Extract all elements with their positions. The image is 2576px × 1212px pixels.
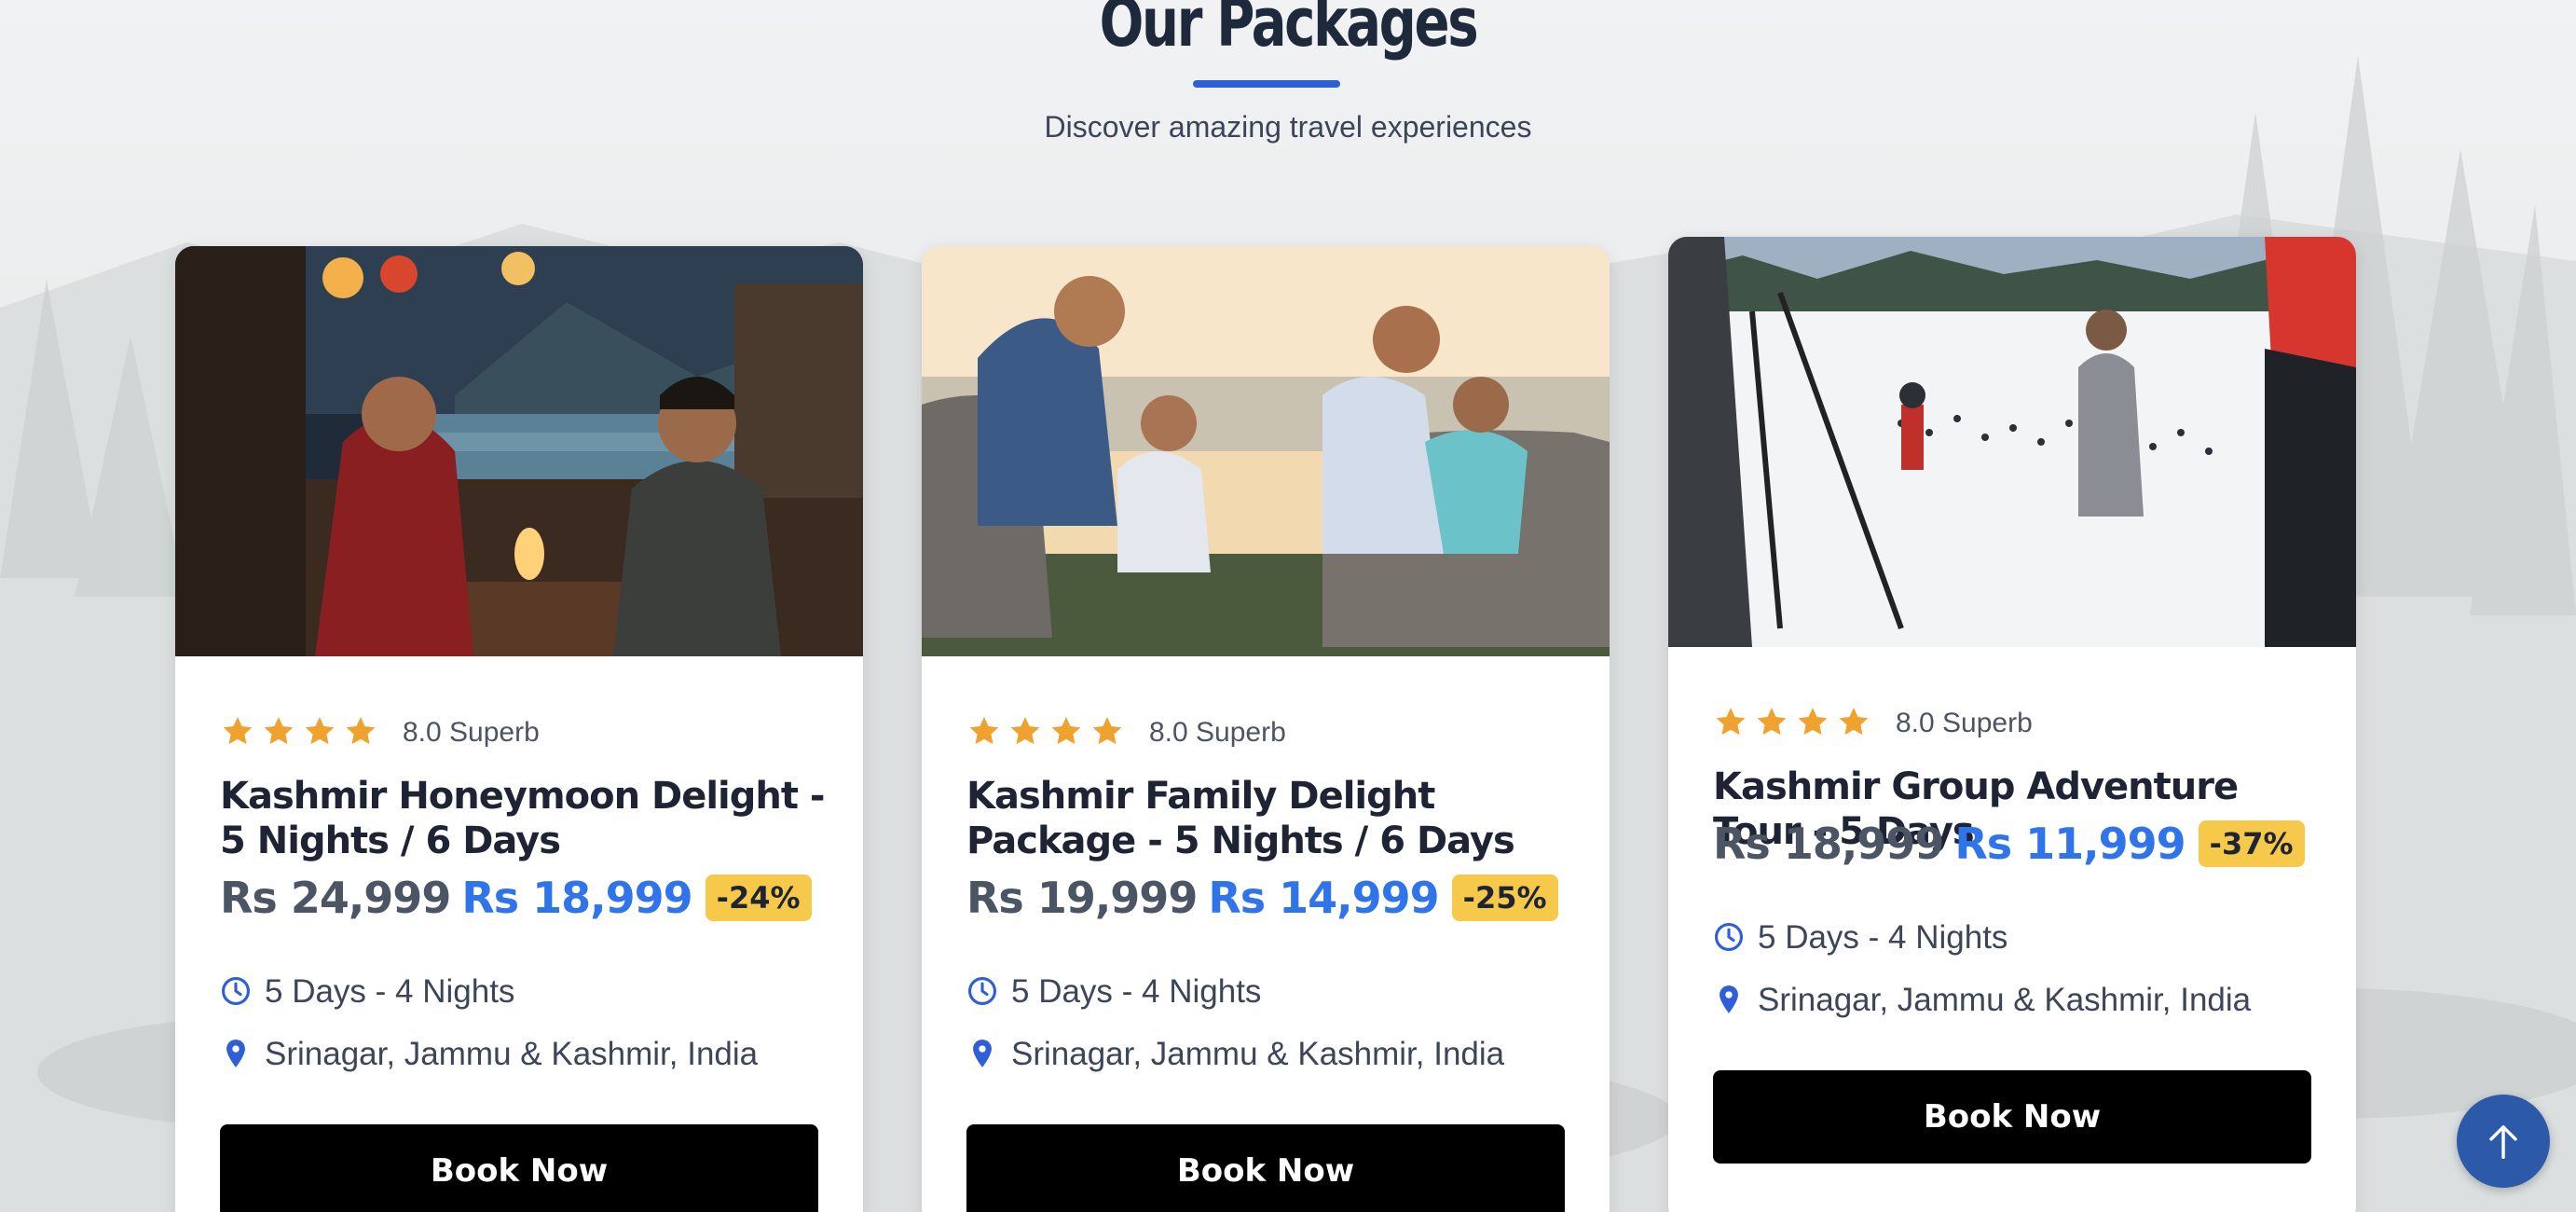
location-row: Srinagar, Jammu & Kashmir, India xyxy=(1713,982,2251,1019)
star-icon xyxy=(343,714,380,751)
package-title[interactable]: Kashmir Family Delight Package - 5 Night… xyxy=(966,774,1572,863)
star-icon xyxy=(302,714,339,751)
star-icon xyxy=(1836,705,1873,742)
discounted-price: Rs 18,999 xyxy=(461,873,692,923)
rating-text: 8.0 Superb xyxy=(1149,717,1286,748)
rating-text: 8.0 Superb xyxy=(1896,708,2033,738)
discounted-price: Rs 11,999 xyxy=(1954,819,2185,869)
package-card[interactable]: 8.0 Superb Kashmir Group Adventure Tour … xyxy=(1668,237,2356,1212)
duration-text: 5 Days - 4 Nights xyxy=(1011,973,1262,1010)
location-row: Srinagar, Jammu & Kashmir, India xyxy=(966,1036,1504,1073)
price-row: Rs 24,999 Rs 18,999 -24% xyxy=(220,873,812,923)
book-now-button[interactable]: Book Now xyxy=(966,1124,1565,1212)
section-title: Our Packages xyxy=(1099,0,1479,62)
package-photo[interactable] xyxy=(175,246,863,656)
location-text: Srinagar, Jammu & Kashmir, India xyxy=(1758,982,2252,1018)
star-icon xyxy=(261,714,298,751)
original-price: Rs 24,999 xyxy=(220,873,451,923)
rating-row: 8.0 Superb xyxy=(1713,703,2033,744)
clock-icon xyxy=(966,975,1000,1009)
original-price: Rs 18,999 xyxy=(1713,819,1944,869)
discount-badge: -37% xyxy=(2198,820,2305,867)
clock-icon xyxy=(1713,921,1747,955)
package-photo[interactable] xyxy=(922,246,1610,656)
discount-badge: -24% xyxy=(705,875,812,921)
original-price: Rs 19,999 xyxy=(966,873,1198,923)
scroll-to-top-button[interactable] xyxy=(2457,1095,2550,1188)
rating-text: 8.0 Superb xyxy=(403,717,540,748)
duration-text: 5 Days - 4 Nights xyxy=(1758,919,2008,956)
rating-row: 8.0 Superb xyxy=(966,712,1286,753)
location-text: Srinagar, Jammu & Kashmir, India xyxy=(265,1036,759,1072)
duration-text: 5 Days - 4 Nights xyxy=(265,973,515,1010)
price-row: Rs 18,999 Rs 11,999 -37% xyxy=(1713,819,2305,869)
discount-badge: -25% xyxy=(1451,875,1558,921)
map-pin-icon xyxy=(1713,984,1747,1017)
book-now-button[interactable]: Book Now xyxy=(1713,1070,2311,1164)
rating-row: 8.0 Superb xyxy=(220,712,540,753)
map-pin-icon xyxy=(966,1038,1000,1071)
duration-row: 5 Days - 4 Nights xyxy=(966,973,1261,1011)
section-subtitle: Discover amazing travel experiences xyxy=(1044,110,1532,144)
location-text: Srinagar, Jammu & Kashmir, India xyxy=(1011,1036,1505,1072)
package-card[interactable]: 8.0 Superb Kashmir Family Delight Packag… xyxy=(922,246,1610,1212)
package-card[interactable]: 8.0 Superb Kashmir Honeymoon Delight - 5… xyxy=(175,246,863,1212)
location-row: Srinagar, Jammu & Kashmir, India xyxy=(220,1036,758,1073)
price-row: Rs 19,999 Rs 14,999 -25% xyxy=(966,873,1558,923)
package-title[interactable]: Kashmir Honeymoon Delight - 5 Nights / 6… xyxy=(220,774,826,863)
duration-row: 5 Days - 4 Nights xyxy=(220,973,514,1011)
package-photo[interactable] xyxy=(1668,237,2356,647)
clock-icon xyxy=(220,975,253,1009)
star-icon xyxy=(220,714,257,751)
title-underline xyxy=(1193,80,1340,88)
duration-row: 5 Days - 4 Nights xyxy=(1713,919,2007,957)
map-pin-icon xyxy=(220,1038,253,1071)
star-icon xyxy=(1754,705,1791,742)
star-icon xyxy=(1089,714,1127,751)
star-icon xyxy=(1713,705,1750,742)
star-icon xyxy=(1795,705,1832,742)
arrow-up-icon xyxy=(2489,1125,2517,1160)
book-now-button[interactable]: Book Now xyxy=(220,1124,818,1212)
discounted-price: Rs 14,999 xyxy=(1208,873,1439,923)
star-icon xyxy=(1048,714,1086,751)
star-icon xyxy=(966,714,1004,751)
star-icon xyxy=(1007,714,1045,751)
